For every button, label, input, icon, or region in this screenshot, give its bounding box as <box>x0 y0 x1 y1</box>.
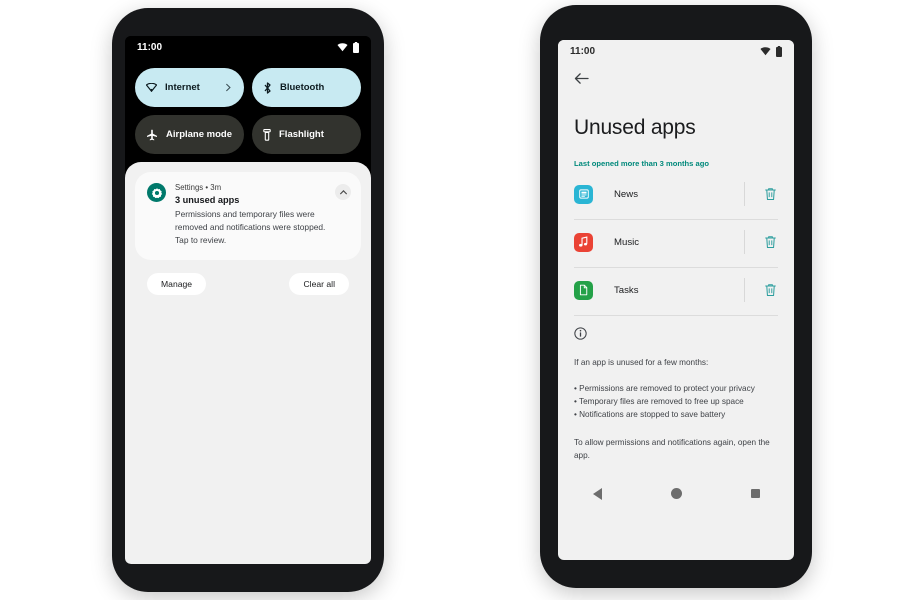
news-glyph-icon <box>578 189 589 199</box>
info-bullet: • Temporary files are removed to free up… <box>574 397 744 407</box>
trash-glyph-icon <box>764 236 776 248</box>
notification-header: Settings • 3m 3 unused apps Permissions … <box>147 183 349 247</box>
info-bullet: • Permissions are removed to protect you… <box>574 384 755 394</box>
nav-bar-right <box>558 476 794 511</box>
phone-left-screen: 11:00 Internet Bluetooth Airplane mode F… <box>125 36 371 564</box>
status-bar-icons <box>337 41 359 53</box>
phone-right: 11:00 Unused apps Last opened more than … <box>540 5 812 588</box>
chevron-right-icon <box>226 83 231 92</box>
document-glyph-icon <box>579 284 588 296</box>
back-button[interactable] <box>574 62 778 94</box>
trash-icon[interactable] <box>762 282 778 298</box>
status-bar-right: 11:00 <box>558 40 794 62</box>
tile-bluetooth[interactable]: Bluetooth <box>252 68 361 107</box>
status-bar-icons <box>760 45 782 57</box>
app-name: News <box>614 188 638 200</box>
phone-right-screen: 11:00 Unused apps Last opened more than … <box>558 40 794 560</box>
quick-settings-row-1: Internet Bluetooth <box>135 68 361 107</box>
battery-icon <box>353 41 359 53</box>
phone-left: 11:00 Internet Bluetooth Airplane mode F… <box>112 8 384 592</box>
quick-settings-panel: Internet Bluetooth Airplane mode Flashli… <box>125 58 371 154</box>
notification-shade: Settings • 3m 3 unused apps Permissions … <box>125 162 371 492</box>
row-divider <box>744 278 745 302</box>
info-section: If an app is unused for a few months: • … <box>574 316 778 462</box>
info-bullet: • Notifications are stopped to save batt… <box>574 410 726 420</box>
section-subtitle: Last opened more than 3 months ago <box>574 159 710 168</box>
notification-actions: Manage Clear all <box>135 260 361 295</box>
home-circle-icon[interactable] <box>670 488 682 500</box>
wifi-icon <box>146 83 157 92</box>
chevron-up-icon <box>339 189 347 194</box>
airplane-icon <box>147 129 157 140</box>
music-note-glyph-icon <box>579 236 588 247</box>
tile-airplane-mode[interactable]: Airplane mode <box>135 115 244 154</box>
row-divider <box>744 182 745 206</box>
status-bar-time: 11:00 <box>570 45 596 57</box>
tile-flashlight[interactable]: Flashlight <box>252 115 361 154</box>
list-item[interactable]: News <box>574 172 778 216</box>
row-divider <box>744 230 745 254</box>
notification-text: Permissions and temporary files were rem… <box>175 208 326 245</box>
notification-title: 3 unused apps <box>175 194 240 205</box>
tile-flashlight-label: Flashlight <box>279 129 324 140</box>
back-arrow-icon <box>574 73 589 84</box>
notification-app-line: Settings • 3m <box>175 183 222 192</box>
info-footer: To allow permissions and notifications a… <box>574 437 770 460</box>
trash-icon[interactable] <box>762 234 778 250</box>
tile-airplane-mode-label: Airplane mode <box>166 129 232 140</box>
bluetooth-icon <box>264 81 271 94</box>
manage-button[interactable]: Manage <box>147 272 207 295</box>
quick-settings-row-2: Airplane mode Flashlight <box>135 115 361 154</box>
notification-collapse-button[interactable] <box>335 184 351 200</box>
tile-internet-label: Internet <box>165 82 200 93</box>
screenshot-stage: 11:00 Internet Bluetooth Airplane mode F… <box>0 0 900 600</box>
trash-icon[interactable] <box>762 186 778 202</box>
recents-square-icon[interactable] <box>750 489 760 499</box>
list-item[interactable]: Music <box>574 220 778 264</box>
gear-glyph-icon <box>151 187 162 198</box>
list-item[interactable]: Tasks <box>574 268 778 312</box>
app-list: News Music Tasks <box>574 172 778 316</box>
trash-glyph-icon <box>764 284 776 296</box>
trash-glyph-icon <box>764 188 776 200</box>
app-name: Music <box>614 236 640 248</box>
info-glyph-icon <box>574 327 587 340</box>
tasks-app-icon <box>574 280 593 300</box>
wifi-icon <box>337 42 348 51</box>
battery-icon <box>776 45 782 57</box>
unused-apps-page: Unused apps Last opened more than 3 mont… <box>558 62 794 462</box>
notification-card[interactable]: Settings • 3m 3 unused apps Permissions … <box>135 172 361 260</box>
back-triangle-icon[interactable] <box>592 487 602 500</box>
news-app-icon <box>574 184 593 204</box>
status-bar-time: 11:00 <box>137 41 163 53</box>
clear-all-button[interactable]: Clear all <box>289 272 349 295</box>
page-title: Unused apps <box>574 116 696 139</box>
bottom-spacer <box>558 461 794 477</box>
flashlight-icon <box>263 128 271 141</box>
shade-empty-area <box>125 492 371 564</box>
notification-body: Settings • 3m 3 unused apps Permissions … <box>175 183 349 247</box>
settings-gear-icon <box>147 183 166 202</box>
tile-bluetooth-label: Bluetooth <box>280 82 325 93</box>
app-name: Tasks <box>614 284 639 296</box>
status-bar-left: 11:00 <box>125 36 371 58</box>
wifi-icon <box>760 46 771 55</box>
info-heading: If an app is unused for a few months: <box>574 358 709 367</box>
info-icon <box>574 327 778 345</box>
tile-internet[interactable]: Internet <box>135 68 244 107</box>
music-app-icon <box>574 232 593 252</box>
